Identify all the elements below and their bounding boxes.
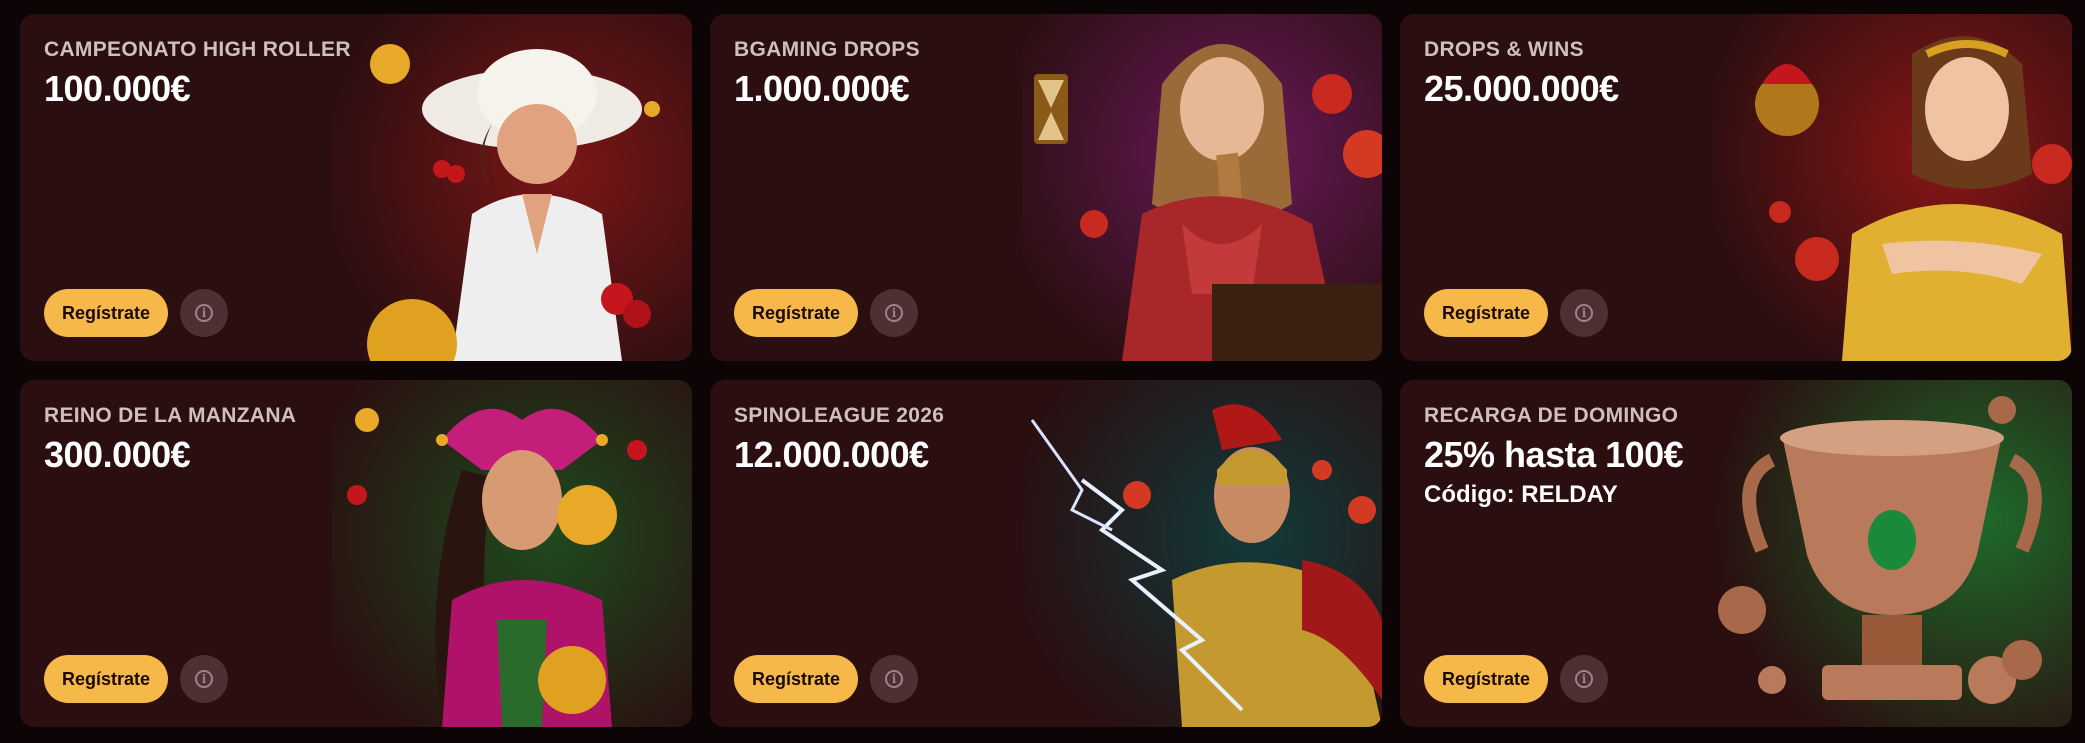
register-button[interactable]: Regístrate xyxy=(734,655,859,703)
jester-woman-illustration-icon xyxy=(332,380,692,727)
info-icon: i xyxy=(885,304,903,322)
info-icon: i xyxy=(1575,670,1593,688)
promo-card-reino-de-la-manzana[interactable]: REINO DE LA MANZANA 300.000€ Regístrate … xyxy=(20,380,692,727)
register-button[interactable]: Regístrate xyxy=(1424,289,1549,337)
info-icon: i xyxy=(195,304,213,322)
promo-card-drops-wins[interactable]: DROPS & WINS 25.000.000€ Regístrate i xyxy=(1400,14,2072,361)
promo-subtitle: CAMPEONATO HIGH ROLLER xyxy=(44,38,351,61)
register-button[interactable]: Regístrate xyxy=(44,655,169,703)
promo-amount: 1.000.000€ xyxy=(734,68,910,109)
info-icon: i xyxy=(195,670,213,688)
promo-amount: 25% hasta 100€ xyxy=(1424,434,1684,475)
promo-card-recarga-de-domingo[interactable]: RECARGA DE DOMINGO 25% hasta 100€ Código… xyxy=(1400,380,2072,727)
register-button[interactable]: Regístrate xyxy=(734,289,859,337)
promo-subtitle: RECARGA DE DOMINGO xyxy=(1424,404,1679,427)
promo-subtitle: SPINOLEAGUE 2026 xyxy=(734,404,945,427)
register-button[interactable]: Regístrate xyxy=(44,289,169,337)
promo-amount: 300.000€ xyxy=(44,434,191,475)
info-button[interactable]: i xyxy=(1560,655,1608,703)
info-button[interactable]: i xyxy=(870,289,918,337)
bronze-trophy-with-coins-illustration-icon xyxy=(1712,380,2072,727)
promo-subtitle: REINO DE LA MANZANA xyxy=(44,404,297,427)
info-button[interactable]: i xyxy=(180,289,228,337)
promo-card-bgaming-drops[interactable]: BGAMING DROPS 1.000.000€ Regístrate i xyxy=(710,14,1382,361)
promotions-grid: CAMPEONATO HIGH ROLLER 100.000€ Regístra… xyxy=(20,14,2072,727)
promo-card-campeonato-high-roller[interactable]: CAMPEONATO HIGH ROLLER 100.000€ Regístra… xyxy=(20,14,692,361)
info-button[interactable]: i xyxy=(870,655,918,703)
info-icon: i xyxy=(1575,304,1593,322)
promo-amount: 25.000.000€ xyxy=(1424,68,1619,109)
info-icon: i xyxy=(885,670,903,688)
woman-in-white-suit-illustration-icon xyxy=(332,14,692,361)
promo-card-spinoleague-2026[interactable]: SPINOLEAGUE 2026 12.000.000€ Regístrate … xyxy=(710,380,1382,727)
woman-with-braid-illustration-icon xyxy=(1022,14,1382,361)
gladiator-with-lightning-illustration-icon xyxy=(1022,380,1382,727)
promo-subtitle: DROPS & WINS xyxy=(1424,38,1584,61)
goddess-in-gold-dress-illustration-icon xyxy=(1712,14,2072,361)
info-button[interactable]: i xyxy=(1560,289,1608,337)
promo-subtitle: BGAMING DROPS xyxy=(734,38,920,61)
promo-code: Código: RELDAY xyxy=(1424,481,1618,508)
promo-amount: 100.000€ xyxy=(44,68,191,109)
register-button[interactable]: Regístrate xyxy=(1424,655,1549,703)
promo-amount: 12.000.000€ xyxy=(734,434,929,475)
info-button[interactable]: i xyxy=(180,655,228,703)
